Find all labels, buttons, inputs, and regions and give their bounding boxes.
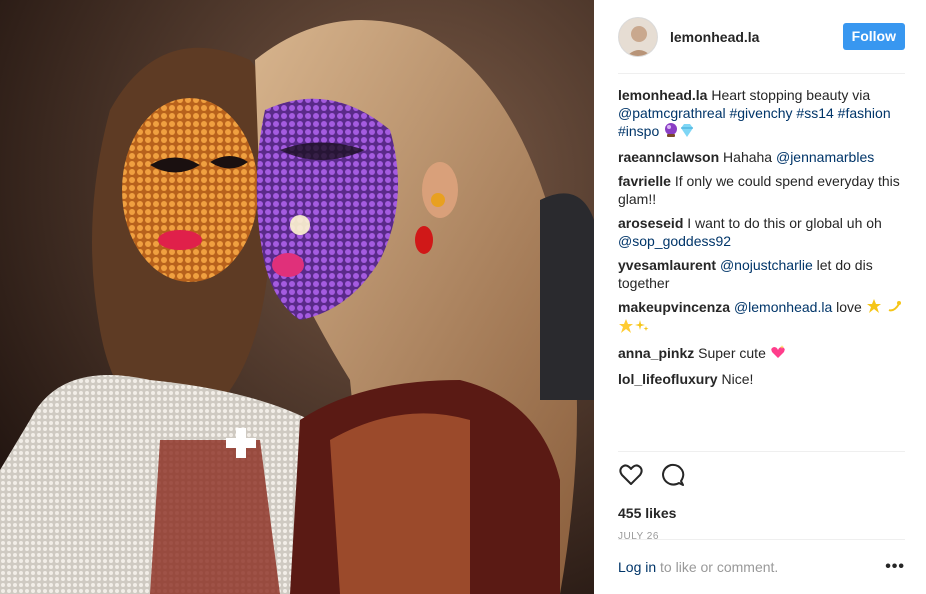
comment-mention[interactable]: @lemonhead.la <box>734 299 832 315</box>
hashtag-inspo[interactable]: #inspo <box>618 123 659 139</box>
login-link[interactable]: Log in <box>618 559 656 575</box>
comment-item: aroseseid I want to do this or global uh… <box>618 214 905 250</box>
comment-text: love <box>832 299 866 315</box>
comment-item: makeupvincenza @lemonhead.la love <box>618 298 905 338</box>
comment-username[interactable]: favrielle <box>618 173 671 189</box>
comment-item: favrielle If only we could spend everyda… <box>618 172 905 208</box>
more-options-icon[interactable]: ••• <box>885 558 905 576</box>
comment-username[interactable]: aroseseid <box>618 215 683 231</box>
comment-text: Nice! <box>717 371 754 387</box>
action-icons <box>618 462 905 488</box>
post-photo[interactable] <box>0 0 594 594</box>
comment-username[interactable]: raeannclawson <box>618 149 719 165</box>
avatar[interactable] <box>618 16 658 57</box>
login-bar: Log in to like or comment. ••• <box>618 539 905 594</box>
comments-list: lemonhead.la Heart stopping beauty via @… <box>618 74 905 452</box>
crystal-ball-icon <box>663 122 679 142</box>
comment-icon[interactable] <box>660 462 686 488</box>
caption: lemonhead.la Heart stopping beauty via @… <box>618 86 905 142</box>
comment-item: raeannclawson Hahaha @jennamarbles <box>618 148 905 166</box>
comment-username[interactable]: anna_pinkz <box>618 345 694 361</box>
caption-text: Heart stopping beauty via <box>707 87 871 103</box>
header-username[interactable]: lemonhead.la <box>670 29 843 45</box>
dizzy-icon <box>886 298 902 318</box>
sparkling-heart-icon <box>770 344 786 364</box>
comment-mention[interactable]: @nojustcharlie <box>720 257 813 273</box>
heart-icon[interactable] <box>618 462 644 488</box>
comment-item: yvesamlaurent @nojustcharlie let do dis … <box>618 256 905 292</box>
glowing-star-icon <box>866 298 882 318</box>
comment-item: lol_lifeofluxury Nice! <box>618 370 905 388</box>
post-actions: 455 likes JULY 26 <box>618 451 905 542</box>
hashtag-givenchy[interactable]: #givenchy <box>726 105 792 121</box>
follow-button[interactable]: Follow <box>842 23 905 50</box>
hashtag-ss14[interactable]: #ss14 <box>793 105 833 121</box>
gem-icon <box>679 122 695 142</box>
star-icon <box>618 318 634 338</box>
comment-username[interactable]: makeupvincenza <box>618 299 730 315</box>
instagram-post: lemonhead.la Follow lemonhead.la Heart s… <box>0 0 926 594</box>
comment-text: Super cute <box>694 345 770 361</box>
sparkles-icon <box>634 318 650 338</box>
hashtag-fashion[interactable]: #fashion <box>834 105 891 121</box>
comment-mention[interactable]: @sop_goddess92 <box>618 233 731 249</box>
comment-text: I want to do this or global uh oh <box>683 215 882 231</box>
comment-username[interactable]: yvesamlaurent <box>618 257 716 273</box>
post-header: lemonhead.la Follow <box>618 0 905 74</box>
comment-username[interactable]: lol_lifeofluxury <box>618 371 718 387</box>
caption-username[interactable]: lemonhead.la <box>618 87 707 103</box>
post-sidebar: lemonhead.la Follow lemonhead.la Heart s… <box>594 0 926 594</box>
login-prompt: Log in to like or comment. <box>618 559 778 575</box>
login-prompt-text: to like or comment. <box>656 559 779 575</box>
caption-mention[interactable]: @patmcgrathreal <box>618 105 726 121</box>
comment-item: anna_pinkz Super cute <box>618 344 905 364</box>
comment-mention[interactable]: @jennamarbles <box>776 149 874 165</box>
comment-text: Hahaha <box>719 149 776 165</box>
likes-count[interactable]: 455 likes <box>618 505 905 521</box>
